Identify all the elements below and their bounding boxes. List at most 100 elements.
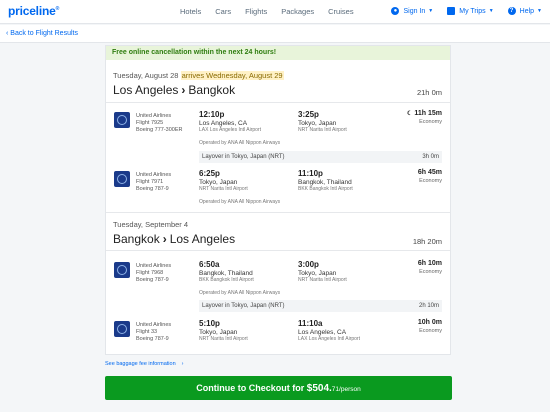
return-route: Bangkok › Los Angeles — [113, 232, 235, 246]
priceline-logo[interactable]: priceline® — [8, 4, 59, 18]
main-nav: Hotels Cars Flights Packages Cruises — [180, 7, 368, 16]
united-airlines-logo — [114, 171, 130, 187]
nav-cars[interactable]: Cars — [215, 7, 231, 16]
flight-number: Flight 7925 — [136, 120, 164, 126]
outbound-route: Los Angeles › Bangkok — [113, 83, 235, 97]
flight-segment: United Airlines Flight 7925 Boeing 777-3… — [106, 108, 450, 146]
arrival-airport: NRT Narita Intl Airport — [298, 277, 347, 283]
outbound-date: Tuesday, August 28 arrives Wednesday, Au… — [113, 71, 284, 80]
united-airlines-logo — [114, 262, 130, 278]
divider — [106, 102, 450, 103]
airline-name: United Airlines — [136, 113, 172, 119]
flight-info: United Airlines Flight 7971 Boeing 787-9 — [136, 172, 171, 193]
arrival-time: 11:10p — [298, 169, 323, 178]
outbound-duration: 21h 0m — [416, 88, 442, 97]
arrival-city: Tokyo, Japan — [298, 270, 337, 277]
continue-to-checkout-button[interactable]: Continue to Checkout for $504.71/person — [105, 376, 452, 400]
departure-time: 12:10p — [199, 110, 225, 119]
nav-cruises[interactable]: Cruises — [328, 7, 353, 16]
layover-info: Layover in Tokyo, Japan (NRT) 3h 0m — [199, 151, 442, 163]
nav-flights[interactable]: Flights — [245, 7, 267, 16]
help-icon: ? — [507, 7, 516, 15]
arrival-time: 11:10a — [298, 319, 323, 328]
departure-airport: NRT Narita Intl Airport — [199, 186, 248, 192]
united-airlines-logo — [114, 112, 130, 128]
airline-name: United Airlines — [136, 322, 172, 328]
layover-label: Layover in Tokyo, Japan (NRT) — [202, 303, 285, 309]
operated-by: Operated by ANA All Nippon Airways — [199, 290, 281, 296]
chevron-right-icon: › — [181, 361, 184, 367]
arrival-city: Los Angeles, CA — [298, 329, 347, 336]
departure-time: 6:25p — [199, 169, 220, 178]
nav-packages[interactable]: Packages — [281, 7, 314, 16]
departure-city: Tokyo, Japan — [199, 179, 238, 186]
layover-time: 3h 0m — [422, 154, 439, 160]
logo-text: priceline — [8, 4, 56, 18]
arrival-info: 3:25p Tokyo, Japan NRT Narita Intl Airpo… — [298, 110, 347, 134]
aircraft-type: Boeing 787-9 — [136, 186, 169, 192]
layover-time: 2h 10m — [418, 303, 439, 309]
departure-info: 12:10p Los Angeles, CA LAX Los Angeles I… — [199, 110, 261, 134]
segment-duration-text: 6h 45m — [417, 169, 442, 176]
arrival-time: 3:25p — [298, 110, 319, 119]
departure-info: 5:10p Tokyo, Japan NRT Narita Intl Airpo… — [199, 319, 248, 343]
cabin-class: Economy — [419, 328, 442, 334]
departure-airport: NRT Narita Intl Airport — [199, 336, 248, 342]
departure-city: Los Angeles, CA — [199, 120, 248, 127]
return-duration: 18h 20m — [412, 237, 442, 246]
cabin-class: Economy — [419, 269, 442, 275]
departure-time: 6:50a — [199, 260, 220, 269]
segment-duration: 6h 45m Economy — [418, 169, 442, 185]
route-separator: › — [181, 83, 186, 97]
arrival-airport: LAX Los Angeles Intl Airport — [298, 336, 360, 342]
aircraft-type: Boeing 787-9 — [136, 277, 169, 283]
sign-in-label: Sign In — [403, 7, 426, 15]
help-label: Help — [519, 7, 535, 15]
segment-duration: 6h 10m Economy — [418, 260, 442, 276]
aircraft-type: Boeing 777-300ER — [136, 127, 183, 133]
my-trips-button[interactable]: My Trips ▼ — [447, 7, 494, 15]
departure-info: 6:50a Bangkok, Thailand BKK Bangkok Intl… — [199, 260, 254, 284]
sign-in-button[interactable]: ● Sign In ▼ — [391, 7, 433, 15]
back-bar: ‹ Back to Flight Results — [0, 25, 550, 43]
arrival-date-highlight: arrives Wednesday, August 29 — [180, 71, 284, 80]
checkout-price-cents: 71 — [331, 386, 340, 393]
arrival-city: Bangkok, Thailand — [298, 179, 352, 186]
segment-duration: 10h 0m Economy — [418, 319, 442, 335]
departure-airport: BKK Bangkok Intl Airport — [199, 277, 254, 283]
layover-label: Layover in Tokyo, Japan (NRT) — [202, 154, 285, 160]
chevron-down-icon: ▼ — [488, 8, 494, 14]
departure-info: 6:25p Tokyo, Japan NRT Narita Intl Airpo… — [199, 169, 248, 193]
flight-segment: United Airlines Flight 33 Boeing 787-9 5… — [106, 317, 450, 355]
flight-number: Flight 7968 — [136, 270, 164, 276]
outbound-destination: Bangkok — [188, 83, 236, 97]
segment-duration-text: 11h 15m — [414, 110, 442, 117]
back-to-results-link[interactable]: ‹ Back to Flight Results — [6, 30, 78, 37]
return-origin: Bangkok — [113, 232, 160, 246]
logo-trademark: ® — [55, 6, 60, 12]
arrival-time: 3:00p — [298, 260, 319, 269]
united-airlines-logo — [114, 321, 130, 337]
departure-airport: LAX Los Angeles Intl Airport — [199, 127, 261, 133]
flight-info: United Airlines Flight 7925 Boeing 777-3… — [136, 113, 182, 134]
cabin-class: Economy — [419, 119, 442, 125]
baggage-fee-link[interactable]: See baggage fee information › — [105, 361, 183, 367]
outbound-date-text: Tuesday, August 28 — [113, 71, 179, 80]
help-button[interactable]: ? Help ▼ — [507, 7, 542, 15]
aircraft-type: Boeing 787-9 — [136, 336, 169, 342]
flight-number: Flight 33 — [136, 329, 158, 335]
airline-name: United Airlines — [136, 263, 172, 269]
airline-name: United Airlines — [136, 172, 172, 178]
return-date: Tuesday, September 4 — [113, 220, 189, 229]
checkout-per-person: /person — [339, 386, 361, 393]
divider — [106, 212, 450, 213]
departure-time: 5:10p — [199, 319, 220, 328]
nav-hotels[interactable]: Hotels — [180, 7, 201, 16]
arrival-airport: BKK Bangkok Intl Airport — [298, 186, 353, 192]
checkout-price: $504. — [306, 383, 332, 394]
layover-info: Layover in Tokyo, Japan (NRT) 2h 10m — [199, 300, 442, 312]
departure-city: Bangkok, Thailand — [199, 270, 253, 277]
divider — [106, 250, 450, 251]
arrival-info: 11:10p Bangkok, Thailand BKK Bangkok Int… — [298, 169, 353, 193]
baggage-fee-label: See baggage fee information — [105, 361, 176, 367]
